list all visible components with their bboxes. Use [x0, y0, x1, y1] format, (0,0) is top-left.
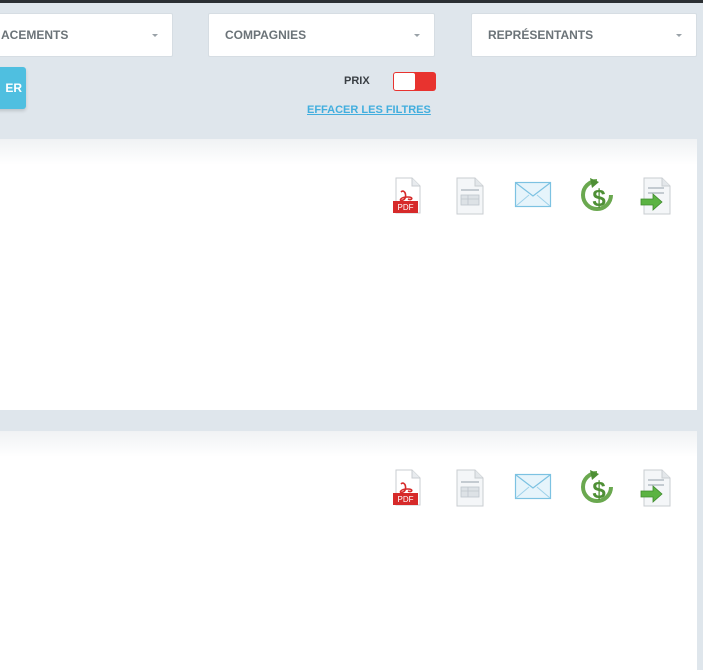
pdf-icon[interactable]: PDF — [390, 469, 424, 507]
card-header — [0, 431, 697, 457]
emplacements-select-label: ACEMENTS — [1, 28, 69, 42]
price-toggle[interactable] — [393, 72, 436, 91]
chevron-down-icon — [152, 34, 158, 37]
representants-select[interactable]: REPRÉSENTANTS — [471, 13, 697, 57]
mail-icon[interactable] — [514, 177, 552, 213]
compagnies-select[interactable]: COMPAGNIES — [208, 13, 435, 57]
price-toggle-label: PRIX — [344, 75, 370, 87]
pdf-icon[interactable]: PDF — [390, 177, 424, 215]
representants-select-label: REPRÉSENTANTS — [488, 28, 594, 42]
chevron-down-icon — [676, 34, 682, 37]
clear-filters-link[interactable]: EFFACER LES FILTRES — [307, 104, 431, 116]
export-icon[interactable] — [639, 469, 673, 507]
svg-text:$: $ — [592, 477, 606, 504]
dollar-refresh-icon[interactable]: $ — [578, 177, 616, 215]
export-icon[interactable] — [639, 177, 673, 215]
dollar-refresh-icon[interactable]: $ — [578, 469, 616, 507]
result-card: PDF $ — [0, 431, 697, 670]
search-button-label: ER — [5, 81, 22, 95]
toggle-knob[interactable] — [394, 73, 415, 90]
svg-text:$: $ — [592, 185, 606, 212]
card-actions: PDF $ — [390, 177, 690, 217]
chevron-down-icon — [414, 34, 420, 37]
result-card: PDF $ — [0, 139, 697, 410]
mail-icon[interactable] — [514, 469, 552, 505]
card-actions: PDF $ — [390, 469, 690, 509]
document-icon[interactable] — [454, 469, 486, 507]
document-icon[interactable] — [454, 177, 486, 215]
emplacements-select[interactable]: ACEMENTS — [0, 13, 173, 57]
filter-bar: ACEMENTS COMPAGNIES REPRÉSENTANTS ER PRI… — [0, 3, 703, 139]
search-button[interactable]: ER — [0, 67, 26, 109]
compagnies-select-label: COMPAGNIES — [225, 28, 307, 42]
card-header — [0, 139, 697, 165]
svg-text:PDF: PDF — [398, 203, 414, 212]
svg-text:PDF: PDF — [398, 495, 414, 504]
